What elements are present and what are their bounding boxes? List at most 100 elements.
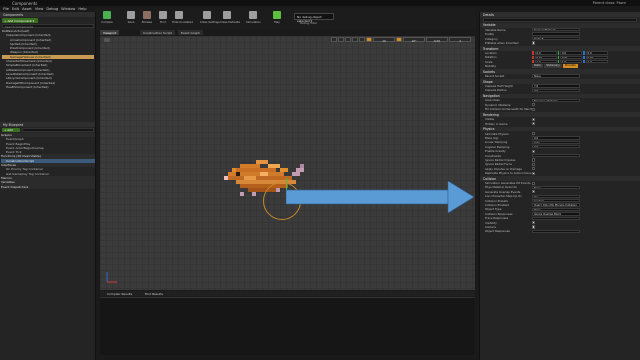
hide-unrelated-button[interactable]: Hide Unrelated — [172, 10, 193, 28]
property-name: Tooltip — [485, 32, 495, 37]
menu-view[interactable]: View — [35, 7, 44, 11]
property-field[interactable] — [532, 32, 580, 36]
details-tab[interactable]: Details — [480, 12, 640, 17]
vector-field[interactable]: 0.0 — [534, 51, 557, 55]
property-checkbox[interactable] — [532, 225, 536, 229]
property-field[interactable] — [532, 229, 580, 234]
property-field[interactable]: Default — [532, 36, 580, 41]
camera-speed-value[interactable]: 4 — [449, 37, 471, 43]
property-field[interactable]: 0.0 — [532, 136, 580, 140]
tab-compiler-results[interactable]: Compiler Results — [104, 291, 135, 296]
add-component-button[interactable]: + Add Component ▾ — [2, 18, 38, 23]
mobility-stationary-button[interactable]: Stationary — [544, 64, 562, 68]
scale-snap-value[interactable]: 0.25 — [426, 37, 448, 43]
menu-help[interactable]: Help — [78, 7, 86, 11]
play-button[interactable]: Play — [270, 10, 284, 28]
property-name: Fill Collision Underneath for Navmesh — [485, 107, 532, 112]
compile-button[interactable]: Compile — [100, 10, 114, 28]
property-checkbox[interactable] — [532, 221, 536, 225]
class-defaults-button[interactable]: Class Defaults — [220, 10, 240, 28]
property-checkbox[interactable] — [532, 190, 536, 194]
property-value: None — [532, 185, 640, 190]
play-icon — [273, 11, 281, 19]
viewport[interactable]: 10 10° 0.25 4 — [100, 36, 475, 290]
menu-window[interactable]: Window — [61, 7, 75, 11]
vector-field[interactable]: 0.0 — [560, 51, 582, 55]
arrow-component[interactable] — [286, 181, 474, 213]
property-checkbox[interactable] — [532, 149, 536, 153]
property-field[interactable]: 0.0 — [532, 145, 580, 149]
browse-button[interactable]: Browse — [140, 10, 154, 28]
property-field[interactable]: 7.0 — [532, 84, 580, 88]
menu-debug[interactable]: Debug — [46, 7, 58, 11]
property-name: Enable Gravity — [485, 149, 506, 154]
save-button[interactable]: Save — [124, 10, 138, 28]
my-blueprint-search-input[interactable] — [22, 128, 94, 132]
property-checkbox[interactable] — [532, 167, 536, 171]
property-checkbox[interactable] — [532, 117, 536, 121]
property-checkbox[interactable] — [532, 158, 536, 162]
my-blueprint-tab[interactable]: My Blueprint — [0, 122, 95, 127]
world-local-icon[interactable] — [359, 37, 365, 42]
property-field[interactable]: NavArea_Obstacle — [532, 98, 580, 103]
property-checkbox[interactable] — [532, 103, 536, 107]
vector-field[interactable]: 0.0° — [560, 55, 582, 60]
property-checkbox[interactable] — [532, 41, 536, 45]
add-new-button[interactable]: + Add New ▾ — [2, 128, 20, 136]
property-field[interactable]: Query Only (No Physics Collision) — [532, 203, 580, 207]
viewport-options-button[interactable] — [104, 38, 110, 42]
mobility-movable-button[interactable]: Movable — [562, 64, 578, 68]
property-field[interactable]: None — [532, 185, 580, 190]
property-checkbox[interactable] — [532, 132, 536, 136]
property-checkbox[interactable] — [532, 107, 536, 111]
property-checkbox[interactable] — [532, 122, 536, 126]
components-search-input[interactable]: Search Components — [2, 24, 94, 29]
mobility-static-button[interactable]: Static — [532, 64, 544, 68]
grid-snap-icon[interactable] — [366, 37, 372, 42]
property-field[interactable]: None — [532, 74, 580, 78]
property-field[interactable]: 0.01 — [532, 140, 580, 145]
tab-viewport[interactable]: Viewport — [100, 30, 120, 35]
debug-filter-dropdown[interactable]: No debug object selected ▾ — [294, 13, 334, 23]
property-checkbox[interactable] — [532, 171, 536, 175]
property-field[interactable]: Yes — [532, 194, 580, 198]
tab-construction-script[interactable]: Construction Script — [140, 30, 175, 35]
select-mode-icon[interactable] — [331, 37, 337, 42]
property-checkbox[interactable] — [532, 181, 536, 185]
property-field[interactable]: Pawn — [532, 207, 580, 212]
rotation-snap-icon[interactable] — [396, 37, 402, 42]
menu-asset[interactable]: Asset — [22, 7, 32, 11]
property-field[interactable]: DamageFlipbook — [532, 28, 580, 32]
property-field[interactable]: Ignore Overlap Block — [532, 212, 580, 216]
component-tree-item[interactable]: HealthComponent (Inherited) — [2, 85, 94, 89]
vector-field[interactable]: 0.0° — [585, 55, 608, 60]
property-value — [532, 132, 640, 136]
vector-field[interactable]: 1.0 — [534, 60, 557, 64]
vector-field[interactable]: 1.0 — [560, 60, 582, 64]
property-checkbox[interactable] — [532, 162, 536, 166]
simulation-button[interactable]: Simulation — [246, 10, 261, 28]
property-field[interactable]: 7.0 — [532, 88, 580, 93]
grid-snap-value[interactable]: 10 — [373, 37, 395, 43]
details-search-input[interactable] — [483, 18, 637, 22]
rotation-snap-value[interactable]: 10° — [403, 37, 425, 43]
tab-find-results[interactable]: Find Results — [142, 291, 166, 296]
vector-field[interactable]: 0.0 — [585, 51, 608, 55]
my-blueprint-category[interactable]: Event Dispatchers — [1, 184, 95, 189]
property-field[interactable] — [532, 216, 580, 220]
find-button[interactable]: Find — [156, 10, 170, 28]
menu-file[interactable]: File — [3, 7, 9, 11]
menu-edit[interactable]: Edit — [12, 7, 19, 11]
axis-color-icon — [583, 55, 585, 60]
property-field[interactable] — [532, 153, 580, 158]
property-value: Ignore Overlap Block — [532, 212, 640, 216]
rotate-mode-icon[interactable] — [345, 37, 351, 42]
class-settings-button[interactable]: Class Settings — [200, 10, 220, 28]
vector-field[interactable]: 0.0° — [534, 55, 557, 60]
scale-mode-icon[interactable] — [352, 37, 358, 42]
vector-field[interactable]: 1.0 — [585, 60, 608, 64]
move-mode-icon[interactable] — [338, 37, 344, 42]
tab-event-graph[interactable]: Event Graph — [178, 30, 203, 35]
property-field[interactable]: Custom... — [532, 198, 580, 203]
components-tab[interactable]: Components — [0, 12, 95, 17]
